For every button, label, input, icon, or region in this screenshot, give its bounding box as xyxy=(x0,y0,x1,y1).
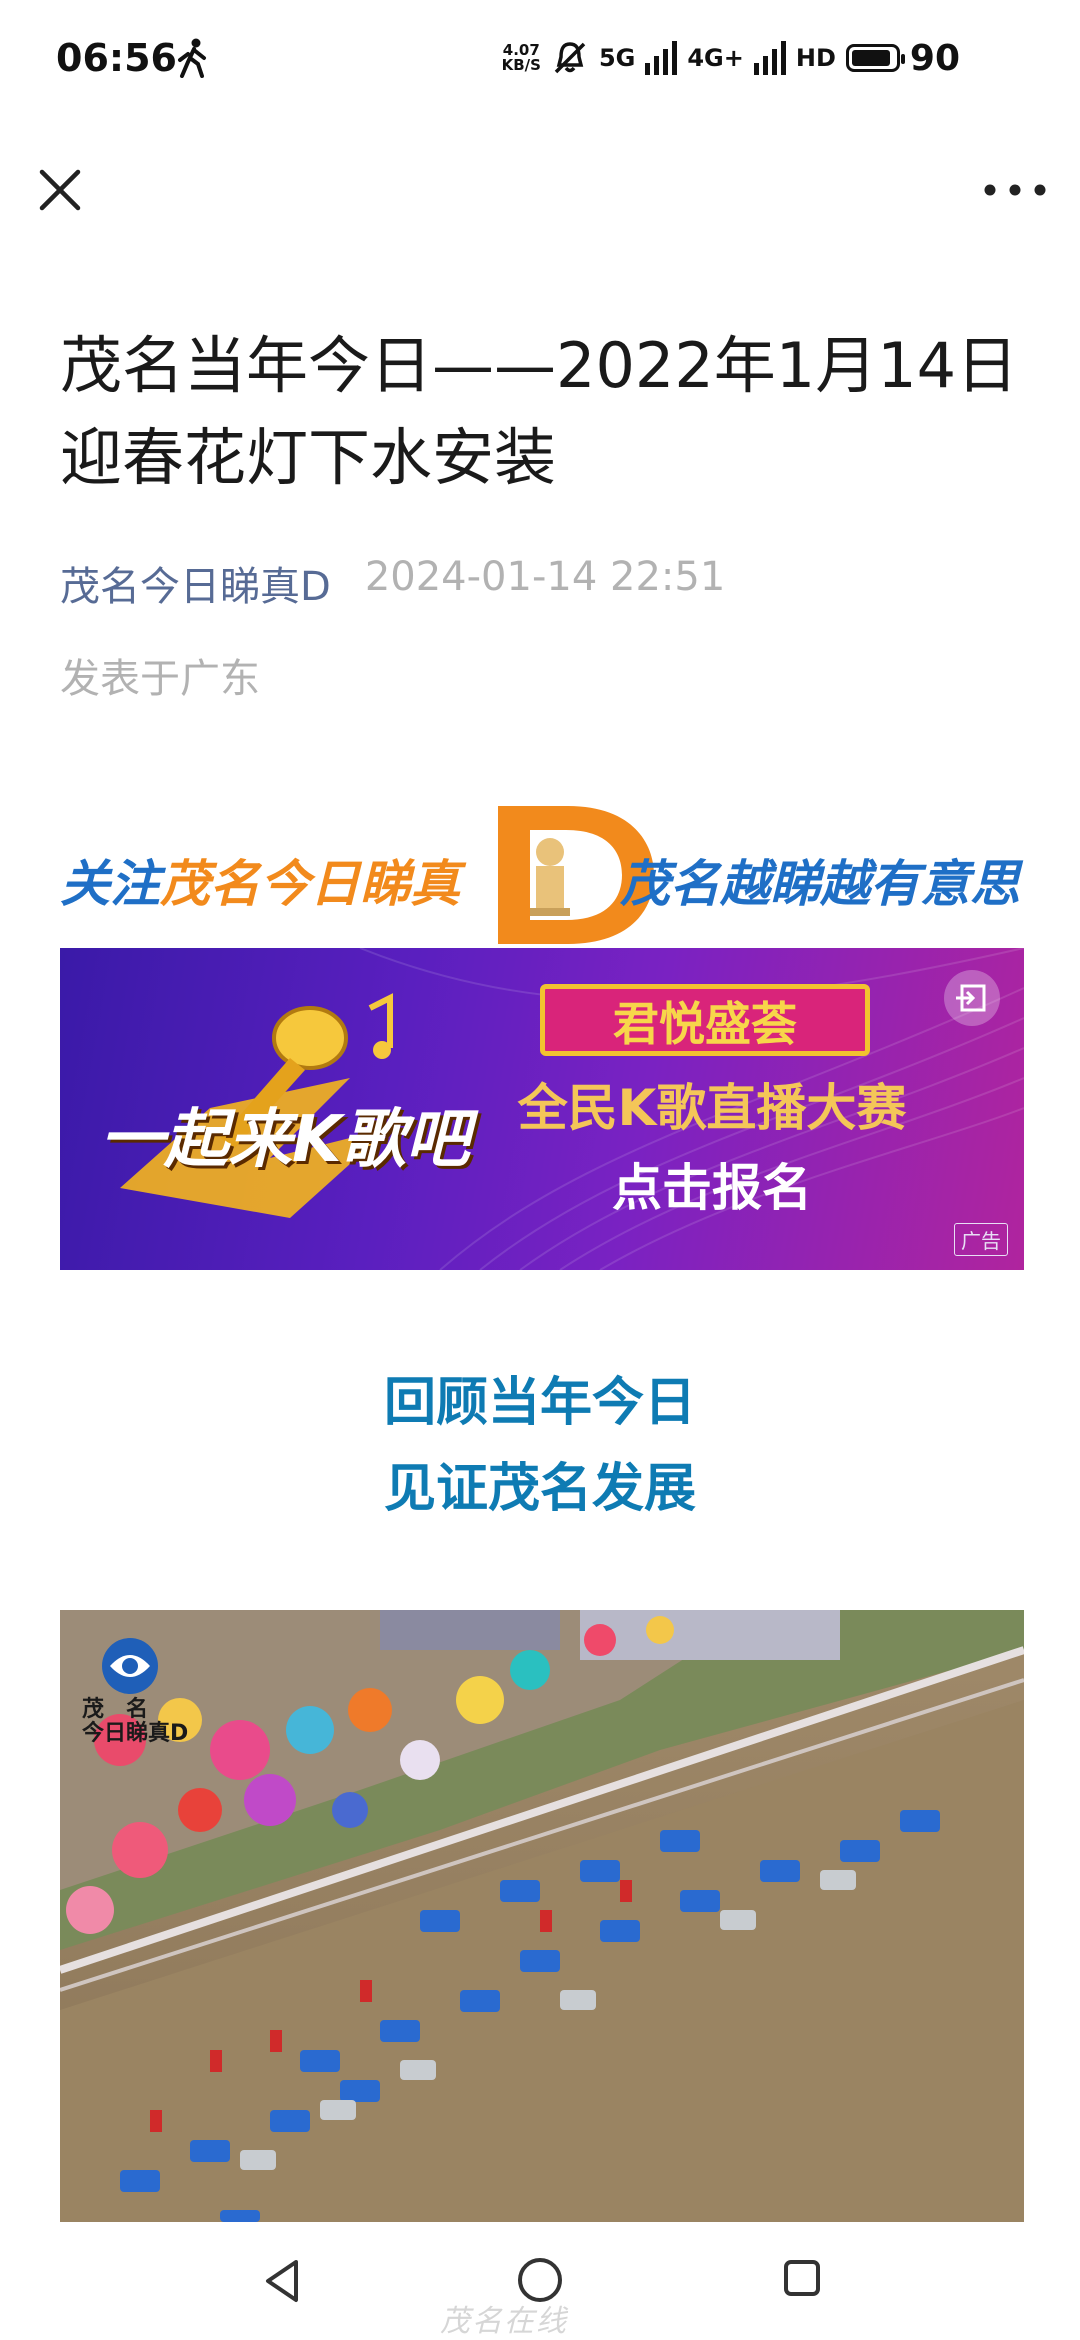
ad-headline: 全民K歌直播大赛 xyxy=(517,1079,907,1137)
follow-banner-right: 茂名越睇越有意思 xyxy=(620,855,1020,913)
follow-banner: 关注茂名今日睇真 茂名越睇越有意思 xyxy=(60,800,1020,950)
back-icon[interactable] xyxy=(258,2256,308,2306)
status-bar: 06:56 4.07 KB/S 5G 4G+ HD 90 xyxy=(0,0,1080,120)
publish-date: 2024-01-14 22:51 xyxy=(364,554,726,600)
ad-k-song-text: 一起来K歌吧 xyxy=(100,1103,470,1177)
ad-label: 广告 xyxy=(954,1223,1008,1256)
signal-5g-label: 5G xyxy=(598,44,636,72)
status-indicators: 4.07 KB/S 5G 4G+ HD 90 xyxy=(502,36,960,80)
ad-banner[interactable]: 一起来K歌吧 君悦盛荟 全民K歌直播大赛 点击报名 广告 xyxy=(60,948,1024,1270)
network-speed: 4.07 KB/S xyxy=(501,41,541,74)
follow-banner-left: 关注茂名今日睇真 xyxy=(60,855,460,913)
article-photo[interactable]: 茂 名 今日睇真D xyxy=(60,1610,1024,2222)
status-time: 06:56 xyxy=(56,36,177,80)
article-title: 茂名当年今日——2022年1月14日迎春花灯下水安装 xyxy=(60,329,1019,494)
more-icon[interactable] xyxy=(980,168,1050,212)
author-link[interactable]: 茂名今日睇真D xyxy=(60,554,331,612)
article-meta: 茂名今日睇真D 2024-01-14 22:51 xyxy=(60,554,725,612)
signal-bars-2-icon xyxy=(753,41,786,75)
walking-icon xyxy=(178,38,206,78)
close-icon[interactable] xyxy=(30,160,90,220)
publish-location: 发表于广东 xyxy=(60,656,260,702)
recent-apps-icon[interactable] xyxy=(780,2256,824,2300)
ad-badge: 君悦盛荟 xyxy=(540,984,870,1056)
station-logo-text: 茂 名 今日睇真D xyxy=(82,1697,189,1746)
battery-icon xyxy=(845,44,905,72)
signal-bars-icon xyxy=(645,41,678,75)
ad-signup-cta[interactable]: 点击报名 xyxy=(472,1148,952,1220)
battery-percent: 90 xyxy=(909,37,960,79)
battery-fill xyxy=(851,50,890,66)
watermark: 茂名在线 xyxy=(440,2304,568,2339)
exit-icon[interactable] xyxy=(944,970,1000,1026)
section-headline-1: 回顾当年今日 xyxy=(383,1373,696,1433)
signal-4g-label: 4G+ xyxy=(687,44,744,72)
hd-label: HD xyxy=(795,44,836,72)
mute-bell-icon xyxy=(554,42,586,74)
section-headline-2: 见证茂名发展 xyxy=(383,1459,696,1519)
